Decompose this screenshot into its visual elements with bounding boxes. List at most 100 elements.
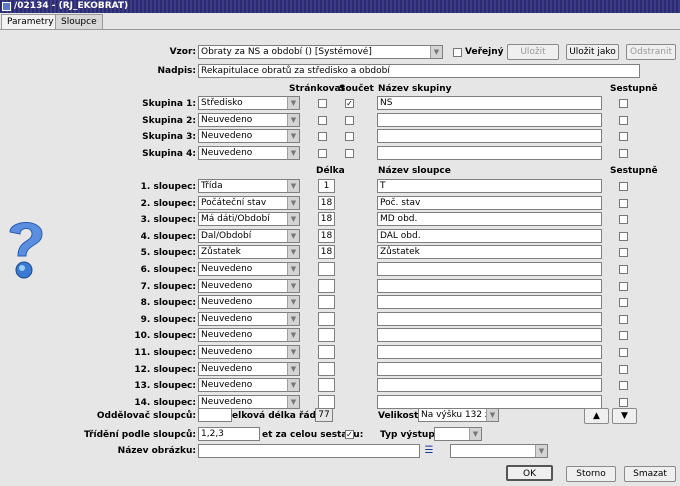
column-name-input[interactable] — [377, 345, 602, 359]
nazev-obrazku-select[interactable]: ▼ — [450, 444, 548, 458]
delka-input[interactable] — [318, 378, 335, 393]
column-select[interactable]: Neuvedeno ▼ — [198, 361, 300, 376]
column-select[interactable]: Neuvedeno ▼ — [198, 295, 300, 310]
delka-input[interactable] — [318, 345, 335, 359]
column-name-input[interactable] — [377, 328, 602, 343]
column-name-input[interactable] — [377, 295, 602, 310]
delka-input[interactable] — [318, 328, 335, 343]
group-name-input[interactable]: NS — [377, 96, 602, 110]
ulozit-jako-button[interactable]: Uložit jako — [566, 44, 619, 60]
soucet-checkbox[interactable] — [345, 115, 354, 125]
column-select[interactable]: Neuvedeno ▼ — [198, 328, 300, 343]
storno-button[interactable]: Storno — [566, 466, 616, 482]
group-name-input[interactable] — [377, 112, 602, 127]
group-select[interactable]: Středisko ▼ — [198, 96, 300, 110]
group-name-input[interactable] — [377, 145, 602, 160]
verejny-checkbox[interactable] — [453, 48, 462, 57]
trideni-input[interactable]: 1,2,3 — [198, 427, 260, 441]
nazev-obrazku-input[interactable] — [198, 444, 420, 458]
soucet-celkem-checkbox[interactable]: ✓ — [345, 430, 354, 439]
delka-input[interactable]: 18 — [318, 195, 335, 210]
sestupne-column-checkbox[interactable] — [619, 182, 628, 191]
strankovat-checkbox[interactable] — [318, 148, 327, 158]
column-name-input[interactable]: T — [377, 179, 602, 193]
nazev-sloupce-header: Název sloupce — [378, 166, 451, 176]
column-select[interactable]: Dal/Období ▼ — [198, 228, 300, 243]
group-label: Skupina 4: — [142, 148, 196, 159]
delka-input[interactable] — [318, 394, 335, 409]
sestupne-column-checkbox[interactable] — [619, 298, 628, 308]
delka-input[interactable]: 18 — [318, 212, 335, 227]
sestupne-column-checkbox[interactable] — [619, 397, 628, 407]
sestupne-column-checkbox[interactable] — [619, 265, 628, 274]
strankovat-checkbox[interactable] — [318, 115, 327, 125]
group-select[interactable]: Neuvedeno ▼ — [198, 112, 300, 127]
browse-icon[interactable]: ☰ — [423, 444, 435, 458]
typ-vystupu-select[interactable]: ▼ — [434, 427, 482, 441]
sestupne-column-checkbox[interactable] — [619, 364, 628, 374]
column-select[interactable]: Zůstatek ▼ — [198, 245, 300, 260]
sestupne-column-checkbox[interactable] — [619, 331, 628, 341]
column-name-input[interactable] — [377, 278, 602, 293]
vzor-select[interactable]: Obraty za NS a období () [Systémové] ▼ — [198, 45, 443, 59]
delka-input[interactable] — [318, 311, 335, 326]
group-name-input[interactable] — [377, 129, 602, 143]
sestupne-column-checkbox[interactable] — [619, 248, 628, 258]
move-up-button[interactable]: ▲ — [584, 408, 609, 424]
sestupne-group-checkbox[interactable] — [619, 148, 628, 158]
odstranit-button[interactable]: Odstranit — [626, 44, 676, 60]
velikost-select[interactable]: Na výšku 132 zn. ▼ — [418, 408, 499, 422]
delka-input[interactable] — [318, 295, 335, 310]
column-select[interactable]: Neuvedeno ▼ — [198, 311, 300, 326]
column-select[interactable]: Neuvedeno ▼ — [198, 345, 300, 359]
strankovat-checkbox[interactable] — [318, 132, 327, 141]
move-down-button[interactable]: ▼ — [612, 408, 637, 424]
delka-input[interactable] — [318, 361, 335, 376]
sestupne-column-checkbox[interactable] — [619, 198, 628, 208]
sestupne-group-checkbox[interactable] — [619, 115, 628, 125]
delka-input[interactable] — [318, 278, 335, 293]
column-name-input[interactable] — [377, 311, 602, 326]
sestupne-column-checkbox[interactable] — [619, 348, 628, 357]
column-select[interactable]: Třída ▼ — [198, 179, 300, 193]
column-select[interactable]: Neuvedeno ▼ — [198, 278, 300, 293]
column-name-input[interactable]: Poč. stav — [377, 195, 602, 210]
strankovat-checkbox[interactable] — [318, 99, 327, 108]
ok-button[interactable]: OK — [506, 465, 553, 481]
column-name-input[interactable] — [377, 394, 602, 409]
column-name-input[interactable] — [377, 262, 602, 276]
column-label: 5. sloupec: — [140, 248, 196, 259]
sestupne-group-checkbox[interactable] — [619, 132, 628, 141]
group-select[interactable]: Neuvedeno ▼ — [198, 145, 300, 160]
delka-input[interactable]: 18 — [318, 245, 335, 260]
column-name-input[interactable]: MD obd. — [377, 212, 602, 227]
column-name-input[interactable]: Zůstatek — [377, 245, 602, 260]
sestupne-column-checkbox[interactable] — [619, 281, 628, 291]
delka-input[interactable] — [318, 262, 335, 276]
soucet-checkbox[interactable] — [345, 132, 354, 141]
column-name-input[interactable] — [377, 378, 602, 393]
sestupne-column-checkbox[interactable] — [619, 381, 628, 391]
column-select[interactable]: Neuvedeno ▼ — [198, 394, 300, 409]
column-select[interactable]: Počáteční stav ▼ — [198, 195, 300, 210]
nadpis-input[interactable]: Rekapitulace obratů za středisko a obdob… — [198, 64, 640, 78]
tab-sloupce[interactable]: Sloupce — [55, 14, 103, 29]
column-select[interactable]: Má dáti/Období ▼ — [198, 212, 300, 227]
delka-input[interactable]: 18 — [318, 228, 335, 243]
sestupne-column-checkbox[interactable] — [619, 231, 628, 241]
soucet-checkbox[interactable]: ✓ — [345, 99, 354, 108]
column-name-input[interactable]: DAL obd. — [377, 228, 602, 243]
group-select[interactable]: Neuvedeno ▼ — [198, 129, 300, 143]
column-select[interactable]: Neuvedeno ▼ — [198, 378, 300, 393]
delka-input[interactable]: 1 — [318, 179, 335, 193]
column-name-input[interactable] — [377, 361, 602, 376]
ulozit-button[interactable]: Uložit — [507, 44, 559, 60]
soucet-checkbox[interactable] — [345, 148, 354, 158]
sestupne-group-checkbox[interactable] — [619, 99, 628, 108]
oddelovac-input[interactable] — [198, 408, 232, 422]
sestupne-column-checkbox[interactable] — [619, 314, 628, 324]
sestupne-column-checkbox[interactable] — [619, 215, 628, 225]
column-select[interactable]: Neuvedeno ▼ — [198, 262, 300, 276]
tab-parametry[interactable]: Parametry — [1, 14, 60, 29]
smazat-button[interactable]: Smazat — [624, 466, 676, 482]
